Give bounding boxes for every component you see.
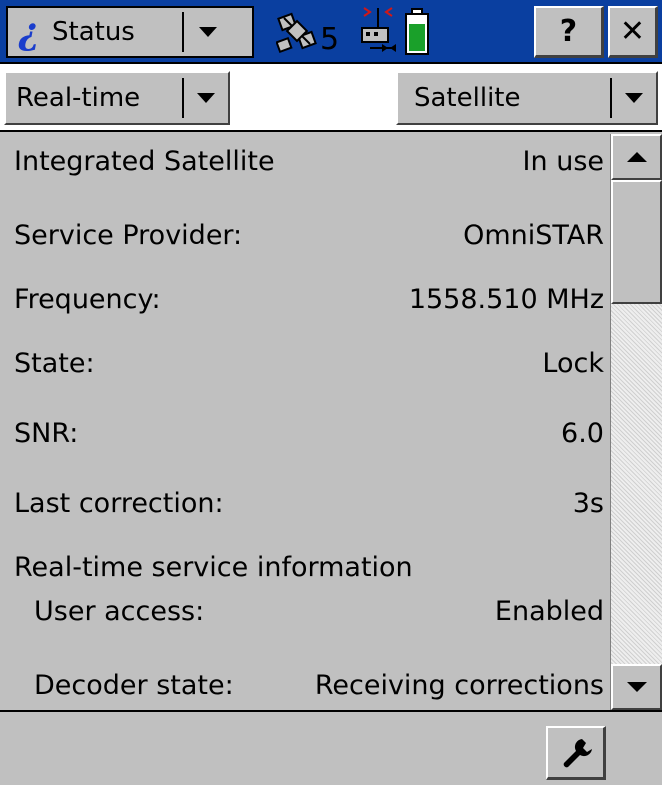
detail-value: 1558.510 MHz: [408, 284, 604, 315]
detail-value: Lock: [542, 348, 604, 379]
detail-row-service-provider: Service Provider: OmniSTAR: [0, 216, 610, 256]
scrollbar-thumb[interactable]: [611, 180, 662, 304]
service-info-heading: Real-time service information: [0, 548, 610, 588]
view-dropdown[interactable]: Satellite: [396, 71, 658, 125]
vertical-scrollbar[interactable]: [610, 134, 662, 710]
bottom-toolbar: [0, 710, 662, 785]
detail-label: Last correction:: [14, 488, 224, 519]
chevron-down-icon[interactable]: [184, 25, 232, 39]
detail-value: Receiving corrections: [314, 670, 604, 701]
detail-row-integrated-satellite: Integrated Satellite In use: [0, 142, 610, 182]
arrow-down-icon: [626, 682, 647, 692]
satellite-icon[interactable]: [276, 10, 320, 56]
detail-value: Enabled: [494, 596, 604, 627]
mode-dropdown[interactable]: Real-time: [4, 71, 230, 125]
chevron-down-icon[interactable]: [612, 91, 656, 105]
view-dropdown-value: Satellite: [414, 83, 521, 113]
detail-label: Service Provider:: [14, 220, 243, 251]
section-heading: Real-time service information: [14, 552, 413, 583]
satellite-details-list: Integrated Satellite In use Service Prov…: [0, 134, 610, 710]
detail-row-user-access: User access: Enabled: [0, 592, 610, 632]
detail-value: OmniSTAR: [463, 220, 604, 251]
settings-button[interactable]: [546, 726, 606, 780]
detail-row-snr: SNR: 6.0: [0, 414, 610, 454]
selector-bar: Real-time Satellite: [0, 64, 662, 132]
detail-value: In use: [522, 146, 604, 177]
help-button[interactable]: ?: [534, 6, 604, 58]
detail-value: 6.0: [561, 418, 604, 449]
satellite-count: 5: [320, 22, 340, 57]
app-switcher-dropdown[interactable]: ¿ Status: [6, 6, 254, 58]
info-icon: ¿: [18, 11, 40, 53]
detail-label: Integrated Satellite: [14, 146, 275, 177]
chevron-down-icon[interactable]: [184, 91, 228, 105]
detail-label: Frequency:: [14, 284, 161, 315]
mode-dropdown-value: Real-time: [16, 83, 141, 113]
scroll-down-button[interactable]: [611, 664, 662, 710]
scroll-up-button[interactable]: [611, 134, 662, 180]
wrench-icon: [563, 738, 592, 767]
detail-row-frequency: Frequency: 1558.510 MHz: [0, 280, 610, 320]
title-bar: ¿ Status 5 ? ✕: [0, 0, 662, 64]
detail-label: State:: [14, 348, 95, 379]
app-title: Status: [52, 17, 135, 47]
detail-row-decoder-state: Decoder state: Receiving corrections: [0, 666, 610, 706]
detail-row-state: State: Lock: [0, 344, 610, 384]
radio-antenna-icon[interactable]: [356, 4, 400, 58]
arrow-up-icon: [626, 152, 647, 162]
battery-icon: [405, 8, 429, 55]
detail-value: 3s: [572, 488, 604, 519]
detail-label: User access:: [34, 596, 205, 627]
detail-label: SNR:: [14, 418, 79, 449]
detail-label: Decoder state:: [34, 670, 234, 701]
close-button[interactable]: ✕: [608, 6, 658, 58]
detail-row-last-correction: Last correction: 3s: [0, 484, 610, 524]
